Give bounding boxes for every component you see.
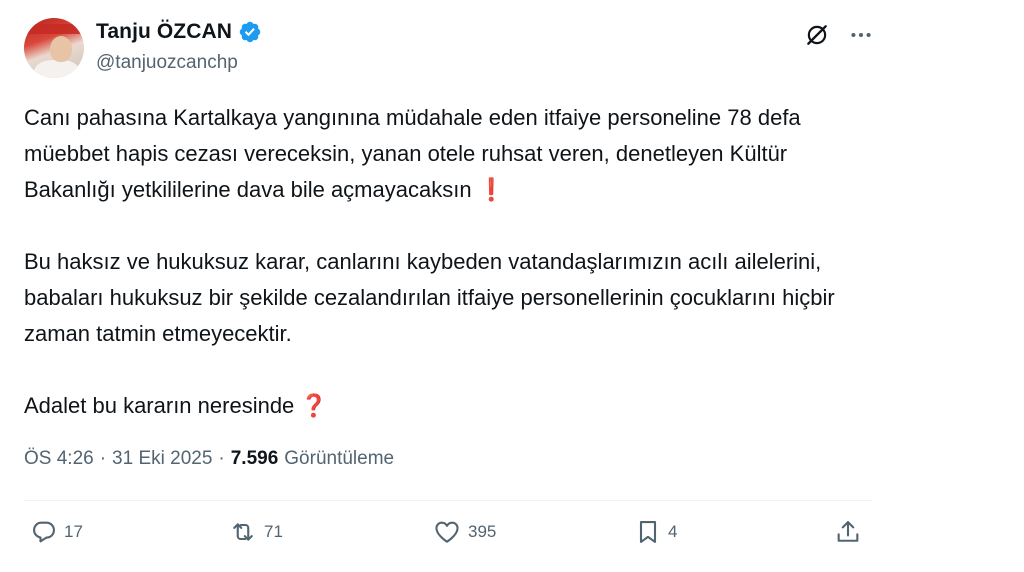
- tweet-paragraph: Adalet bu kararın neresinde ❓: [24, 388, 864, 424]
- views-count: 7.596: [230, 448, 279, 469]
- like-button[interactable]: 395: [432, 518, 496, 546]
- author-name-row: Tanju ÖZCAN: [96, 20, 262, 44]
- grok-icon[interactable]: [804, 22, 830, 48]
- avatar-shirt: [34, 60, 80, 78]
- meta-separator: ·: [99, 448, 107, 469]
- meta-separator: ·: [218, 448, 225, 469]
- reply-button[interactable]: 17: [30, 518, 83, 546]
- author-handle[interactable]: @tanjuozcanchp: [96, 52, 238, 74]
- avatar-background: [24, 24, 84, 34]
- tweet-paragraph: Bu haksız ve hukuksuz karar, canlarını k…: [24, 244, 864, 352]
- share-icon: [837, 521, 859, 542]
- like-count: 395: [468, 522, 497, 541]
- tweet-date[interactable]: 31 Eki 2025: [112, 448, 212, 470]
- tweet-paragraph-text: Bu haksız ve hukuksuz karar, canlarını k…: [24, 249, 835, 346]
- question-emoji-icon: ❓: [300, 393, 328, 418]
- repost-count: 71: [264, 522, 283, 541]
- tweet-top-actions: [804, 22, 874, 48]
- author-name[interactable]: Tanju ÖZCAN: [96, 20, 232, 44]
- avatar[interactable]: [24, 18, 84, 78]
- share-button[interactable]: [834, 518, 862, 546]
- reply-icon: [33, 521, 55, 543]
- tweet-paragraph-text: Adalet bu kararın neresinde: [24, 393, 295, 418]
- bookmark-icon: [639, 521, 657, 543]
- tweet-paragraph-text: Canı pahasına Kartalkaya yangınına müdah…: [24, 105, 801, 202]
- verified-badge-icon[interactable]: [238, 20, 262, 44]
- views-label: Görüntüleme: [284, 448, 395, 469]
- tweet-time[interactable]: ÖS 4:26: [24, 448, 94, 470]
- tweet-paragraph: Canı pahasına Kartalkaya yangınına müdah…: [24, 100, 864, 208]
- tweet-text: Canı pahasına Kartalkaya yangınına müdah…: [24, 100, 864, 424]
- exclamation-emoji-icon: ❗: [477, 177, 506, 202]
- like-icon: [435, 521, 459, 543]
- avatar-face: [50, 36, 72, 62]
- repost-icon: [233, 523, 253, 541]
- bookmark-button[interactable]: 4: [634, 518, 677, 546]
- bookmark-count: 4: [668, 522, 678, 541]
- divider: [24, 500, 872, 501]
- tweet-actions-bar: 17 71 395 4: [24, 518, 872, 556]
- repost-button[interactable]: 71: [228, 518, 283, 546]
- reply-count: 17: [64, 522, 83, 541]
- more-icon[interactable]: [848, 22, 874, 48]
- tweet-meta: ÖS 4:26 · 31 Eki 2025 · 7.596 Görüntülem…: [24, 448, 394, 470]
